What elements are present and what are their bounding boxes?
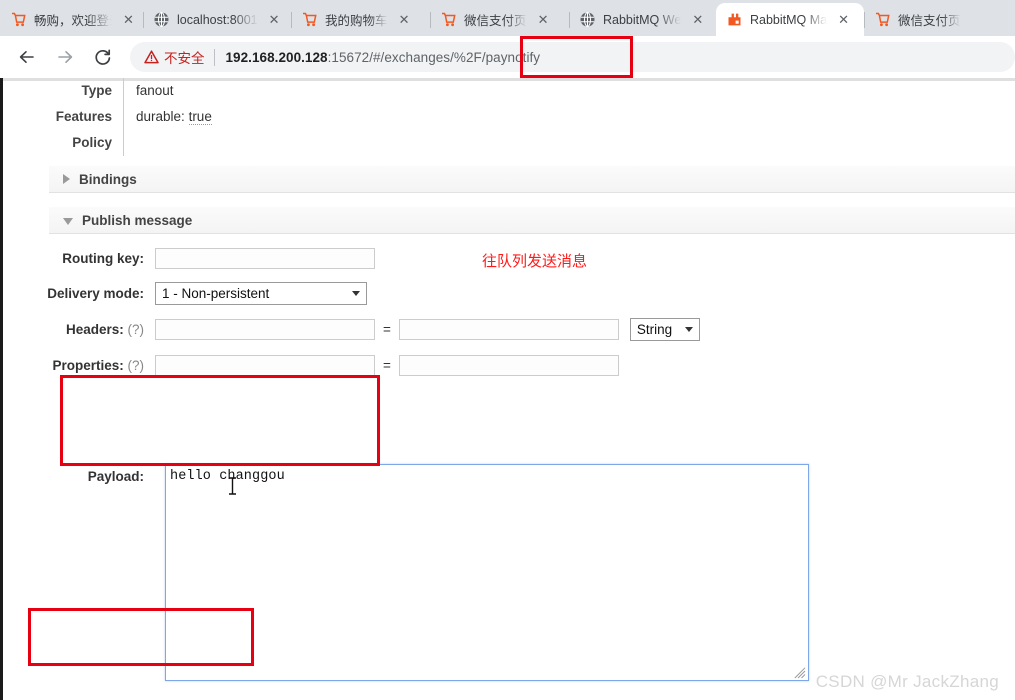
tab-close-icon[interactable]: ✕ — [836, 12, 851, 27]
section-title: Bindings — [79, 171, 137, 187]
browser-chrome: 畅购，欢迎登录 ✕ localhost:8001 ✕ — [0, 0, 1015, 78]
page-viewport: Type fanout Features durable: true Polic… — [0, 78, 1015, 700]
browser-toolbar: 不安全 192.168.200.128:15672/#/exchanges/%2… — [0, 36, 1015, 78]
routing-key-input[interactable] — [155, 247, 375, 269]
form-row-routing-key: Routing key: — [3, 246, 375, 270]
detail-value: fanout — [123, 78, 963, 104]
tab-title: RabbitMQ We — [603, 12, 682, 27]
url-text: 192.168.200.128:15672/#/exchanges/%2F/pa… — [226, 50, 541, 65]
feature-name: durable: — [136, 109, 185, 124]
reload-button-icon[interactable] — [88, 42, 118, 72]
detail-key: Type — [81, 83, 112, 98]
chevron-down-icon — [63, 217, 73, 225]
detail-value — [123, 130, 963, 156]
tab-close-icon[interactable]: ✕ — [267, 12, 282, 27]
tab-title: RabbitMQ Ma — [750, 12, 828, 27]
exchange-detail-table: Type fanout Features durable: true Polic… — [3, 78, 963, 156]
payload-textarea[interactable]: hello changgou — [165, 464, 809, 681]
properties-label: Properties: (?) — [3, 358, 155, 373]
tab-close-icon[interactable]: ✕ — [690, 12, 705, 27]
cart-icon — [10, 11, 27, 28]
section-title: Publish message — [82, 212, 193, 228]
detail-value: durable: true — [123, 104, 963, 130]
headers-label-text: Headers: — [65, 321, 124, 337]
routing-key-label: Routing key: — [62, 250, 144, 266]
browser-tab-rabbitmq-management-active[interactable]: RabbitMQ Ma ✕ — [716, 3, 864, 36]
browser-tab-wechat-pay-1[interactable]: 微信支付页 ✕ — [430, 3, 569, 36]
chevron-right-icon — [63, 174, 70, 184]
cart-icon — [874, 11, 891, 28]
chevron-down-icon — [352, 290, 360, 296]
chevron-down-icon — [684, 326, 693, 332]
browser-tab-localhost[interactable]: localhost:8001 ✕ — [143, 3, 291, 36]
globe-icon — [579, 11, 596, 28]
header-type-select[interactable]: String — [629, 317, 700, 341]
detail-key: Features — [55, 109, 112, 124]
tab-title: 我的购物车 — [325, 14, 388, 28]
cart-icon — [301, 11, 318, 28]
section-header-publish-message[interactable]: Publish message — [49, 207, 1015, 234]
cart-icon — [440, 11, 457, 28]
delivery-mode-label: Delivery mode: — [47, 285, 144, 301]
property-name-input[interactable] — [155, 354, 375, 376]
properties-label-text: Properties: — [52, 357, 124, 373]
omnibox-divider — [213, 48, 215, 66]
payload-text-value: hello changgou — [170, 469, 285, 484]
section-header-bindings[interactable]: Bindings — [49, 166, 1015, 193]
detail-row-policy: Policy — [3, 130, 963, 156]
header-value-input[interactable] — [398, 318, 619, 340]
globe-icon — [153, 11, 170, 28]
header-name-input[interactable] — [155, 318, 375, 340]
form-row-properties: Properties: (?) = — [3, 353, 619, 377]
headers-help-link[interactable]: (?) — [128, 322, 145, 337]
form-row-headers: Headers: (?) = String — [3, 317, 700, 341]
rabbitmq-exchange-page: Type fanout Features durable: true Polic… — [3, 78, 1015, 700]
tab-title: 畅购，欢迎登录 — [34, 14, 112, 28]
rabbitmq-icon — [726, 11, 743, 28]
url-host: 192.168.200.128 — [225, 49, 328, 65]
property-value-input[interactable] — [398, 354, 619, 376]
delivery-mode-select[interactable]: 1 - Non-persistent — [155, 281, 367, 305]
security-status-text: 不安全 — [164, 51, 205, 66]
equals-sign: = — [383, 321, 391, 337]
feature-value: true — [188, 109, 212, 125]
form-row-delivery-mode: Delivery mode: 1 - Non-persistent — [3, 281, 367, 305]
delivery-mode-selected-value: 1 - Non-persistent — [162, 285, 270, 301]
detail-row-type: Type fanout — [3, 78, 963, 104]
headers-label: Headers: (?) — [3, 322, 155, 337]
resize-grip-icon[interactable] — [794, 666, 806, 679]
tab-strip: 畅购，欢迎登录 ✕ localhost:8001 ✕ — [0, 0, 1015, 36]
browser-window: 畅购，欢迎登录 ✕ localhost:8001 ✕ — [0, 0, 1015, 700]
forward-button-icon[interactable] — [50, 42, 80, 72]
tab-close-icon[interactable]: ✕ — [397, 12, 412, 27]
browser-tab-rabbitmq-web[interactable]: RabbitMQ We ✕ — [569, 3, 716, 36]
detail-key: Policy — [72, 135, 112, 150]
browser-tab-wechat-pay-2[interactable]: 微信支付页 — [864, 3, 984, 36]
url-path: :15672/#/exchanges/%2F/paynotify — [327, 49, 541, 65]
detail-row-features: Features durable: true — [3, 104, 963, 130]
browser-tab-changgou-login[interactable]: 畅购，欢迎登录 ✕ — [0, 3, 143, 36]
equals-sign: = — [383, 357, 391, 373]
tab-title: 微信支付页 — [464, 14, 527, 28]
annotation-note-send-message: 往队列发送消息 — [482, 252, 588, 270]
payload-label: Payload: — [87, 469, 144, 484]
tab-title: localhost:8001 — [177, 12, 258, 27]
properties-help-link[interactable]: (?) — [128, 358, 145, 373]
tab-title: 微信支付页 — [898, 14, 961, 28]
header-type-selected-value: String — [636, 321, 673, 337]
tab-close-icon[interactable]: ✕ — [536, 12, 551, 27]
browser-tab-my-cart[interactable]: 我的购物车 ✕ — [291, 3, 430, 36]
back-button-icon[interactable] — [12, 42, 42, 72]
watermark-text: CSDN @Mr JackZhang — [815, 672, 999, 691]
address-bar[interactable]: 不安全 192.168.200.128:15672/#/exchanges/%2… — [130, 42, 1015, 72]
not-secure-warning-icon — [144, 50, 159, 64]
tab-close-icon[interactable]: ✕ — [121, 12, 136, 27]
